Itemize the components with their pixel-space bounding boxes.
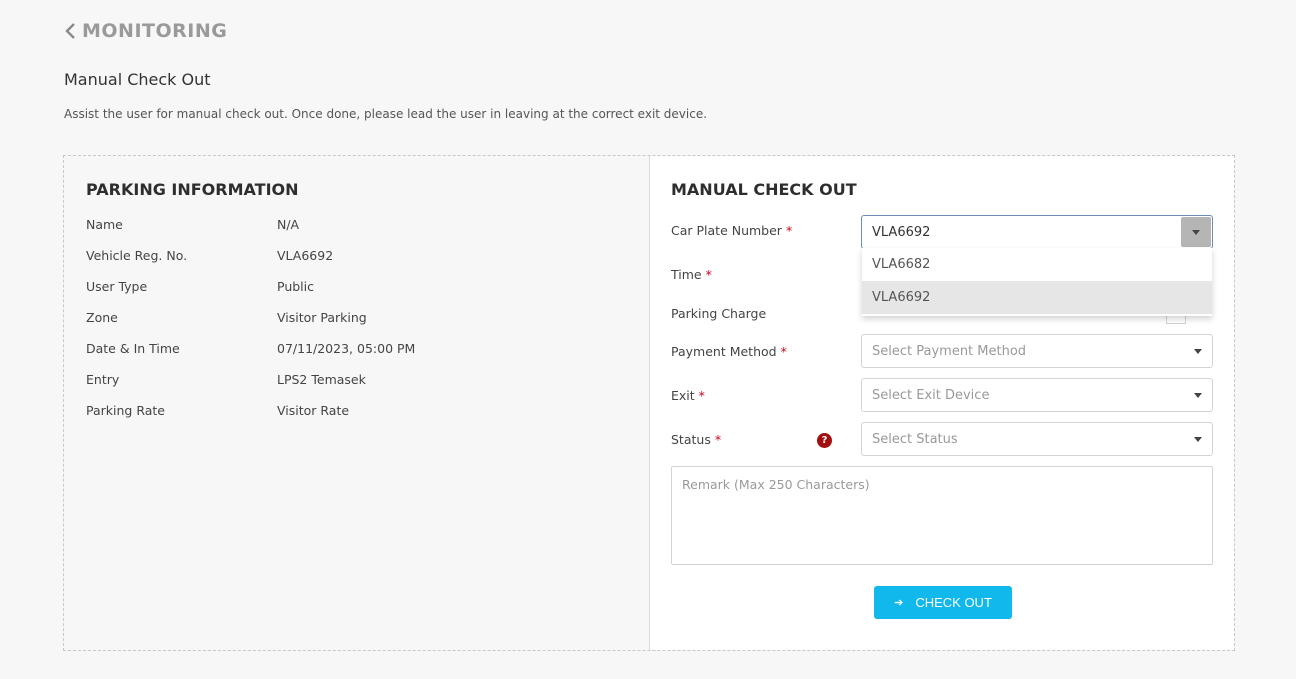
exit-device-placeholder: Select Exit Device: [872, 387, 990, 403]
caret-down-icon: [1194, 349, 1202, 354]
status-label: Status *: [671, 432, 721, 447]
info-value: Public: [277, 279, 314, 294]
sign-out-icon: ➔: [894, 597, 904, 609]
car-plate-value: VLA6692: [872, 224, 931, 240]
required-mark: *: [785, 223, 793, 238]
info-label: Name: [86, 217, 123, 232]
info-label: User Type: [86, 279, 148, 294]
car-plate-label-text: Car Plate Number: [671, 223, 782, 238]
info-value: LPS2 Temasek: [277, 372, 366, 387]
back-label: MONITORING: [82, 20, 228, 42]
info-value: 07/11/2023, 05:00 PM: [277, 341, 416, 356]
required-mark: *: [705, 267, 712, 282]
payment-method-label-text: Payment Method: [671, 344, 777, 359]
page-description: Assist the user for manual check out. On…: [64, 107, 708, 121]
payment-method-placeholder: Select Payment Method: [872, 343, 1027, 359]
required-mark: *: [714, 432, 722, 447]
checkout-card: PARKING INFORMATION Name N/A Vehicle Reg…: [63, 155, 1235, 651]
manual-checkout-panel: MANUAL CHECK OUT Car Plate Number * VLA66…: [650, 156, 1234, 650]
caret-down-icon: [1192, 230, 1200, 235]
remark-textarea[interactable]: [671, 466, 1213, 565]
info-value: Visitor Parking: [277, 310, 367, 325]
info-row-vehicle-reg: Vehicle Reg. No. VLA6692: [86, 248, 333, 263]
question-circle-icon[interactable]: ?: [817, 433, 832, 448]
status-select[interactable]: Select Status: [861, 422, 1213, 456]
info-row-name: Name N/A: [86, 217, 299, 232]
info-row-date-in-time: Date & In Time 07/11/2023, 05:00 PM: [86, 341, 415, 356]
parking-information-panel: PARKING INFORMATION Name N/A Vehicle Reg…: [64, 156, 650, 650]
parking-information-title: PARKING INFORMATION: [86, 180, 299, 199]
status-placeholder: Select Status: [872, 431, 958, 447]
info-row-entry: Entry LPS2 Temasek: [86, 372, 366, 387]
info-row-zone: Zone Visitor Parking: [86, 310, 367, 325]
exit-label-text: Exit: [671, 388, 695, 403]
car-plate-dropdown-button[interactable]: [1181, 217, 1211, 247]
dropdown-option[interactable]: VLA6682: [862, 248, 1212, 281]
required-mark: *: [698, 388, 705, 403]
info-label: Parking Rate: [86, 403, 165, 418]
time-label-text: Time: [671, 267, 702, 282]
car-plate-select[interactable]: VLA6692: [861, 215, 1213, 249]
info-label: Entry: [86, 372, 120, 387]
caret-down-icon: [1194, 437, 1202, 442]
car-plate-label: Car Plate Number *: [671, 223, 792, 238]
payment-method-label: Payment Method *: [671, 344, 787, 359]
manual-checkout-title: MANUAL CHECK OUT: [671, 180, 857, 199]
info-value: VLA6692: [277, 248, 334, 263]
info-label: Vehicle Reg. No.: [86, 248, 188, 263]
parking-charge-label: Parking Charge: [671, 306, 767, 321]
info-label: Zone: [86, 310, 118, 325]
exit-device-select[interactable]: Select Exit Device: [861, 378, 1213, 412]
chevron-left-icon: [65, 23, 75, 39]
time-label: Time *: [671, 267, 712, 282]
caret-down-icon: [1194, 393, 1202, 398]
payment-method-select[interactable]: Select Payment Method: [861, 334, 1213, 368]
info-value: Visitor Rate: [277, 403, 350, 418]
page-title: Manual Check Out: [64, 70, 211, 89]
car-plate-dropdown-list: VLA6682 VLA6692: [862, 248, 1212, 316]
info-value: N/A: [277, 217, 300, 232]
info-row-parking-rate: Parking Rate Visitor Rate: [86, 403, 349, 418]
back-link[interactable]: MONITORING: [64, 20, 227, 42]
exit-label: Exit *: [671, 388, 705, 403]
status-label-text: Status: [671, 432, 711, 447]
check-out-label: CHECK OUT: [915, 595, 992, 610]
required-mark: *: [780, 344, 787, 359]
dropdown-option-highlighted[interactable]: VLA6692: [862, 281, 1212, 314]
info-label: Date & In Time: [86, 341, 180, 356]
info-row-user-type: User Type Public: [86, 279, 314, 294]
check-out-button[interactable]: ➔ CHECK OUT: [874, 586, 1012, 619]
